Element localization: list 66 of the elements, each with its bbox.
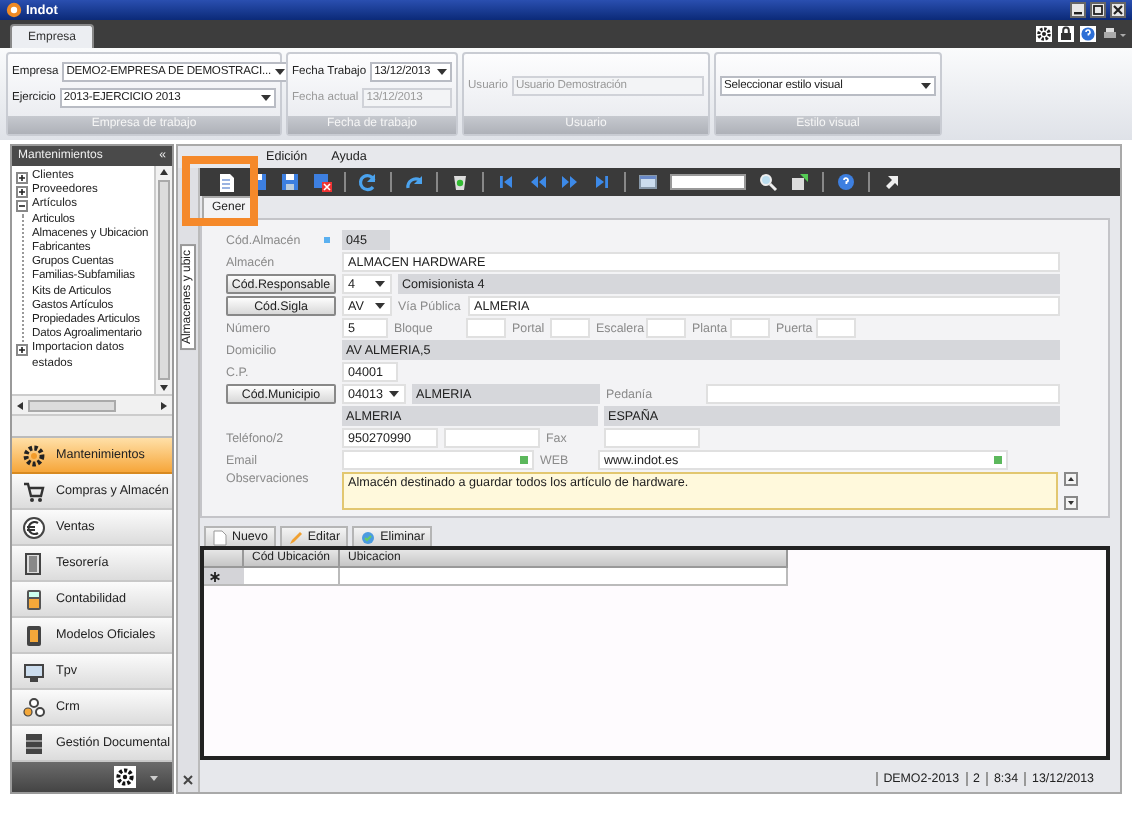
- caret-icon: [260, 92, 272, 105]
- euro-icon: [22, 515, 46, 539]
- input-field[interactable]: [466, 318, 506, 338]
- grid-cell[interactable]: [244, 568, 340, 586]
- expand-icon[interactable]: [16, 172, 28, 184]
- input-field[interactable]: [550, 318, 590, 338]
- scroll-up-icon[interactable]: [1064, 472, 1078, 486]
- scroll-down-icon[interactable]: [1064, 496, 1078, 510]
- export-icon[interactable]: [790, 172, 810, 192]
- cart-icon: [22, 479, 46, 503]
- calculator-icon: [22, 587, 46, 611]
- grid-cell[interactable]: [340, 568, 788, 586]
- printer-icon[interactable]: [1102, 26, 1126, 42]
- input-field[interactable]: [444, 428, 540, 448]
- grid-corner: [204, 550, 244, 568]
- caret-icon: [436, 65, 448, 78]
- recycle-bin-icon[interactable]: [450, 172, 470, 192]
- expand-icon[interactable]: [16, 186, 28, 199]
- input-field[interactable]: [816, 318, 856, 338]
- search-field[interactable]: [670, 174, 746, 190]
- app-logo-icon: [6, 2, 22, 18]
- cabinet-icon: [22, 731, 46, 755]
- input-field[interactable]: [342, 450, 534, 470]
- save-delete-icon[interactable]: [312, 172, 332, 192]
- lock-icon[interactable]: [1058, 26, 1074, 42]
- window-icon[interactable]: [638, 172, 658, 192]
- refresh-icon[interactable]: [358, 172, 378, 192]
- next-record-icon[interactable]: [560, 172, 580, 192]
- document-icon: [22, 623, 46, 647]
- input-field[interactable]: [706, 384, 1060, 404]
- minimize-icon[interactable]: [1070, 2, 1086, 18]
- maximize-icon[interactable]: [1090, 2, 1106, 18]
- redo-icon[interactable]: [404, 172, 424, 192]
- settings-icon[interactable]: [114, 766, 136, 788]
- gear-icon: [22, 443, 46, 467]
- pointer-icon[interactable]: [882, 172, 902, 192]
- expand-icon[interactable]: [16, 344, 28, 357]
- help-icon[interactable]: [1080, 26, 1096, 42]
- caret-icon: [920, 79, 932, 91]
- people-icon: [22, 695, 46, 719]
- settings-icon[interactable]: [1036, 26, 1052, 42]
- last-record-icon[interactable]: [592, 172, 612, 192]
- document-icon[interactable]: [216, 172, 236, 192]
- previous-record-icon[interactable]: [528, 172, 548, 192]
- link-marker-icon: [520, 456, 528, 464]
- help-icon[interactable]: [836, 172, 856, 192]
- input-field[interactable]: [730, 318, 770, 338]
- input-field[interactable]: [604, 428, 700, 448]
- caret-icon: [388, 388, 400, 400]
- caret-icon: [273, 65, 286, 78]
- close-icon[interactable]: [1110, 2, 1126, 18]
- caret-icon[interactable]: [148, 771, 160, 783]
- door-icon: [22, 551, 46, 575]
- input-field[interactable]: [646, 318, 686, 338]
- collapse-icon[interactable]: [16, 200, 28, 213]
- recycle-icon: [360, 529, 377, 545]
- highlight-frame: [182, 156, 258, 226]
- link-marker-icon: [994, 456, 1002, 464]
- save-icon[interactable]: [280, 172, 300, 192]
- close-icon[interactable]: [182, 774, 194, 786]
- search-icon[interactable]: [758, 172, 778, 192]
- first-record-icon[interactable]: [496, 172, 516, 192]
- monitor-icon: [22, 659, 46, 683]
- vertical-scrollbar[interactable]: [154, 166, 172, 394]
- horizontal-scrollbar[interactable]: [12, 394, 172, 414]
- new-row-icon: [210, 571, 220, 581]
